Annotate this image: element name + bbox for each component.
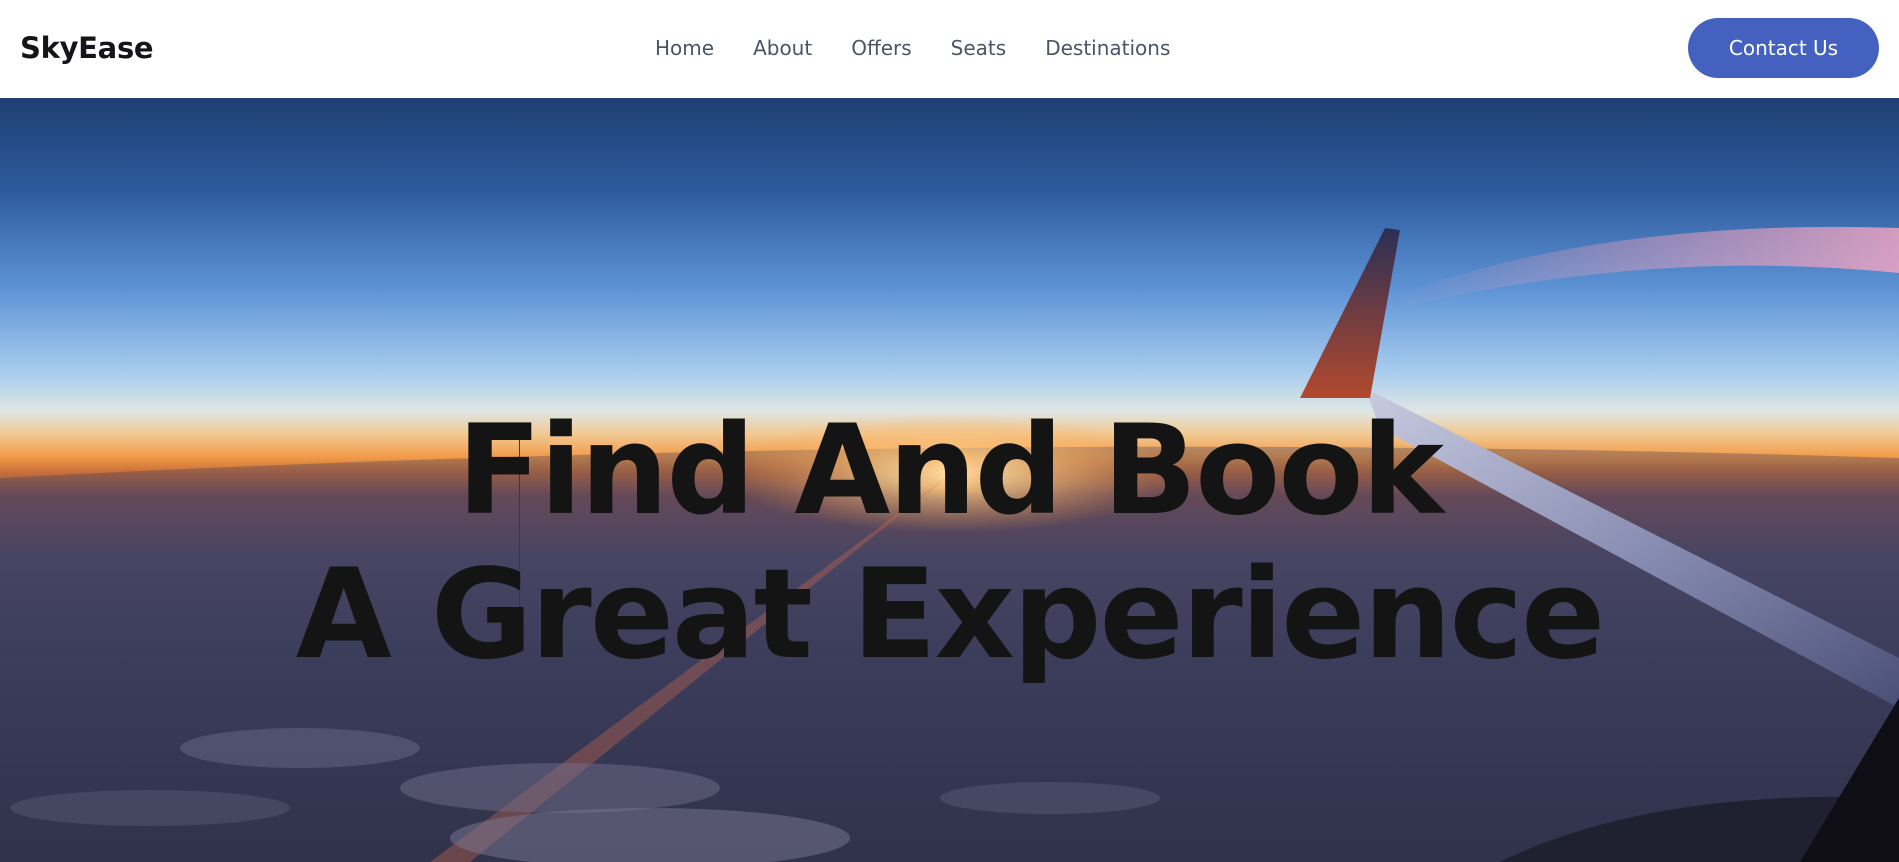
hero-headline-line-1: Find And Book: [457, 399, 1444, 544]
nav-link-home[interactable]: Home: [655, 34, 714, 62]
hero-section: Find And Book A Great Experience: [0, 98, 1899, 862]
hero-headline-line-2: A Great Experience: [295, 543, 1605, 688]
nav-link-offers[interactable]: Offers: [851, 34, 911, 62]
top-navbar: SkyEase Home About Offers Seats Destinat…: [0, 0, 1899, 98]
brand-logo[interactable]: SkyEase: [20, 28, 154, 68]
nav-link-destinations[interactable]: Destinations: [1045, 34, 1170, 62]
main-nav: Home About Offers Seats Destinations: [655, 34, 1170, 62]
nav-link-seats[interactable]: Seats: [951, 34, 1007, 62]
hero-headline: Find And Book A Great Experience: [0, 399, 1899, 687]
contact-us-button[interactable]: Contact Us: [1688, 18, 1879, 78]
nav-link-about[interactable]: About: [753, 34, 812, 62]
